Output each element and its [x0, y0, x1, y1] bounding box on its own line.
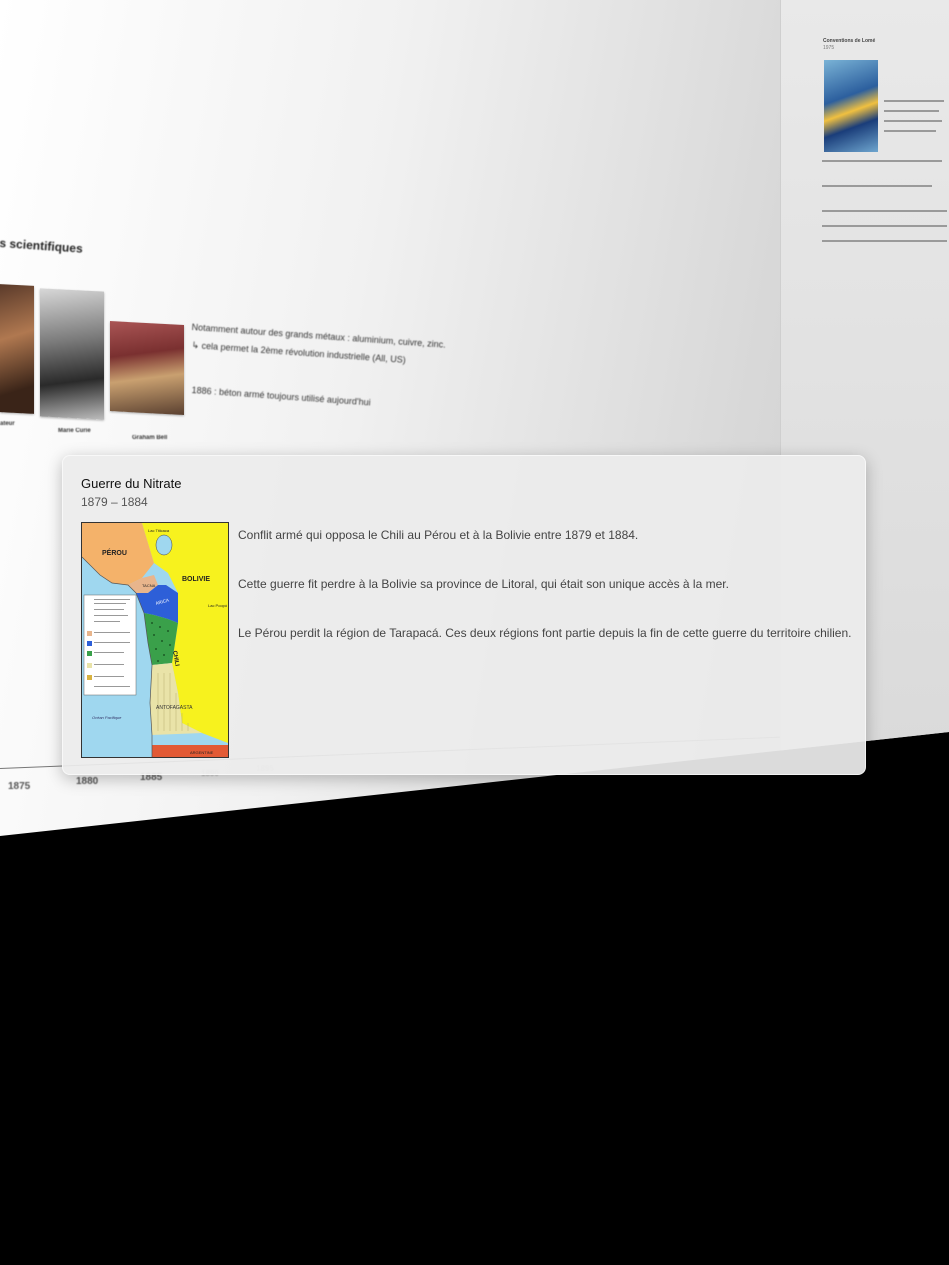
photo-caption: Marie Curie [58, 428, 91, 434]
text-line [884, 110, 939, 112]
text-line [884, 130, 936, 132]
scientist-photo[interactable] [110, 321, 184, 415]
label-ocean: Océan Pacifique [92, 715, 122, 720]
label-antofagasta: ANTOFAGASTA [156, 705, 193, 711]
right-panel-heading: Conventions de Lomé [823, 38, 876, 44]
war-map-image[interactable]: PÉROU BOLIVIE CHILI Lac Titicaca Lac Poo… [81, 522, 229, 758]
section-title: s scientifiques [0, 236, 84, 256]
label-argentina: ARGENTINE [190, 750, 214, 755]
text-line [822, 225, 947, 227]
event-detail-card[interactable]: Guerre du Nitrate 1879 – 1884 PÉROU BOLI… [62, 455, 866, 775]
label-lake-poopo: Lac Poopó [208, 603, 228, 608]
event-dates: 1879 – 1884 [81, 495, 148, 509]
right-panel-year: 1975 [823, 45, 835, 51]
event-description-paragraph: Cette guerre fit perdre à la Bolivie sa … [238, 577, 729, 591]
text-line [822, 160, 942, 162]
text-line [884, 100, 944, 102]
timeline-year-label: 1880 [76, 776, 99, 787]
text-line [822, 240, 947, 242]
event-title: Guerre du Nitrate [81, 476, 182, 491]
lake-titicaca [155, 534, 173, 556]
event-description-paragraph: Le Pérou perdit la région de Tarapacá. C… [238, 626, 852, 640]
text-line [822, 185, 932, 187]
label-bolivia: BOLIVIE [182, 576, 210, 583]
note-text: 1886 : béton armé toujours utilisé aujou… [191, 385, 371, 408]
text-line [884, 120, 942, 122]
event-description-paragraph: Conflit armé qui opposa le Chili au Péro… [238, 528, 639, 542]
timeline-year-label: 1875 [8, 781, 31, 792]
label-lake-titicaca: Lac Titicaca [148, 528, 170, 533]
text-line [822, 210, 947, 212]
photo-caption: Graham Bell [132, 435, 168, 441]
scientist-photo[interactable] [0, 284, 34, 414]
label-tacna: TACNA [142, 583, 156, 588]
scientist-photo[interactable] [40, 288, 104, 420]
photo-caption: ateur [0, 421, 15, 427]
world-map-thumbnail[interactable] [824, 60, 878, 152]
label-peru: PÉROU [102, 548, 127, 557]
